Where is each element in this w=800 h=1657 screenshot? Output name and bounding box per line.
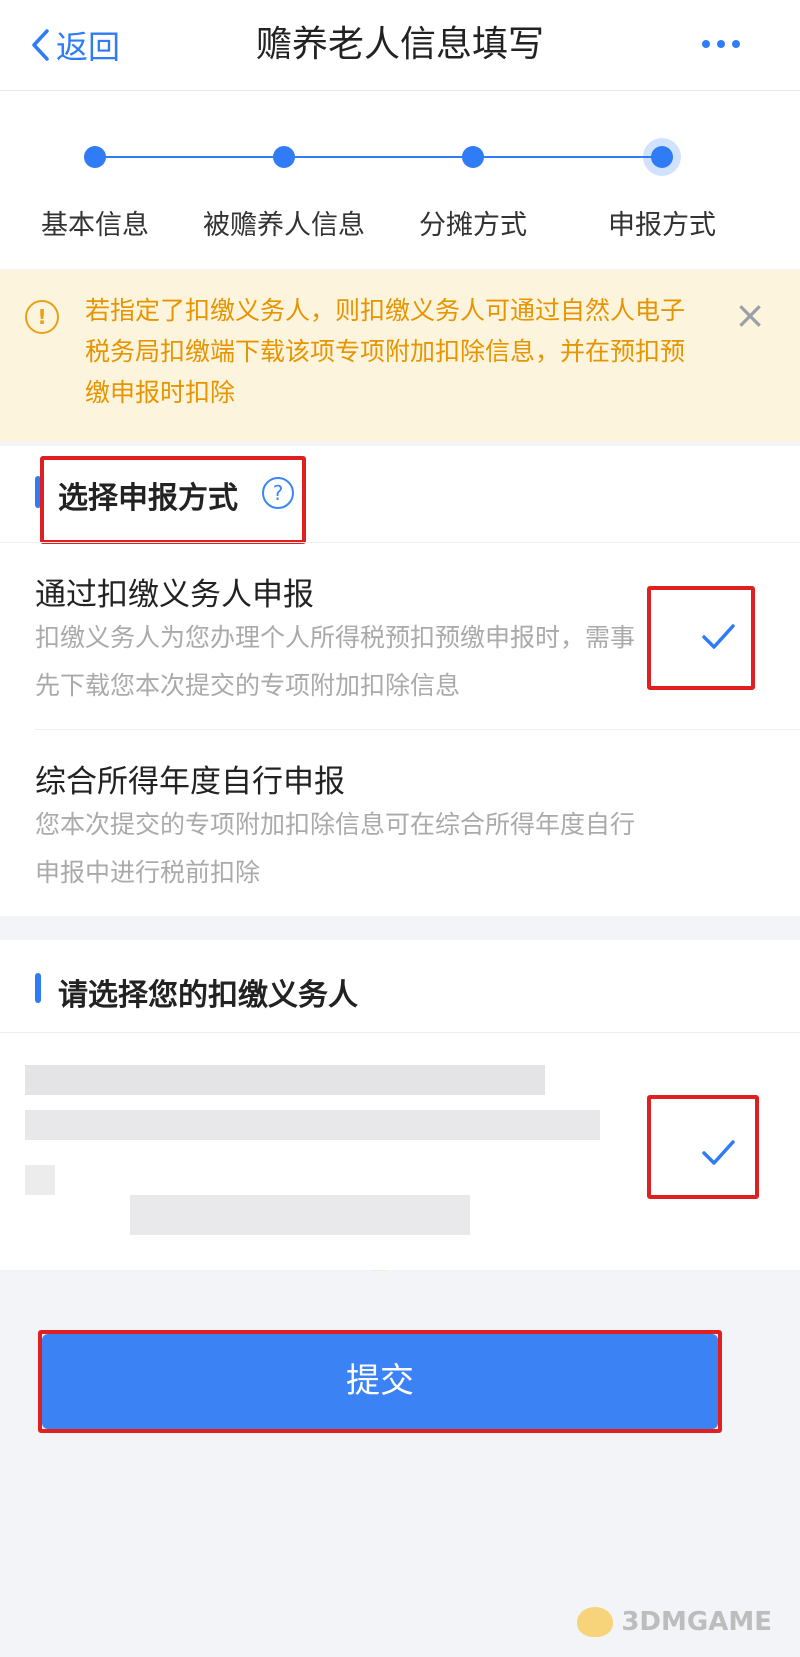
more-menu-icon[interactable] [702,40,740,48]
warning-icon: ! [25,300,59,334]
step-dot-report-current [651,146,673,168]
step-label-split: 分摊方式 [419,210,527,241]
section-title-withholding: 请选择您的扣缴义务人 [58,978,358,1013]
check-icon[interactable] [696,614,740,658]
withholding-agent-card: 请选择您的扣缴义务人 [0,940,800,1270]
watermark: 3DMGAME [577,1607,772,1637]
option-desc: 您本次提交的专项附加扣除信息可在综合所得年度自行申报中进行税前扣除 [35,810,636,887]
step-label-dependent: 被赡养人信息 [203,210,365,241]
redacted-detail [130,1195,470,1235]
step-label-basic: 基本信息 [41,210,149,241]
step-label-report: 申报方式 [608,210,716,241]
step-progress: 基本信息 被赡养人信息 分摊方式 申报方式 [0,91,800,269]
notice-text: 若指定了扣缴义务人，则扣缴义务人可通过自然人电子税务局扣缴端下载该项专项附加扣除… [85,296,686,407]
section-accent-bar [35,973,41,1003]
divider [0,542,800,543]
submit-button[interactable]: 提交 [42,1334,718,1429]
redacted-detail [25,1165,55,1195]
redacted-tax-authority [25,1110,600,1140]
notice-banner: ! 若指定了扣缴义务人，则扣缴义务人可通过自然人电子税务局扣缴端下载该项专项附加… [0,270,800,442]
step-dot-dependent [273,146,295,168]
page-title: 赡养老人信息填写 [255,24,544,65]
option-title: 通过扣缴义务人申报 [35,577,314,613]
help-icon[interactable]: ? [262,477,294,509]
nav-bar: 返回 赡养老人信息填写 [0,0,800,91]
report-method-card: 选择申报方式 ? 通过扣缴义务人申报 扣缴义务人为您办理个人所得税预扣预缴申报时… [0,446,800,1271]
watermark-text: 3DMGAME [621,1607,772,1637]
watermark-logo-icon [577,1607,614,1637]
option-desc: 扣缴义务人为您办理个人所得税预扣预缴申报时，需事先下载您本次提交的专项附加扣除信… [35,623,636,700]
step-dot-split [462,146,484,168]
step-dot-basic [84,146,106,168]
section-title-report-method: 选择申报方式 [58,481,238,516]
option-title: 综合所得年度自行申报 [35,764,345,800]
divider [0,1032,800,1033]
close-icon[interactable]: × [730,295,770,335]
step-track [95,156,665,158]
redacted-company-name [25,1065,545,1095]
divider [35,729,800,730]
section-accent-bar [35,476,41,508]
check-icon[interactable] [696,1130,740,1174]
